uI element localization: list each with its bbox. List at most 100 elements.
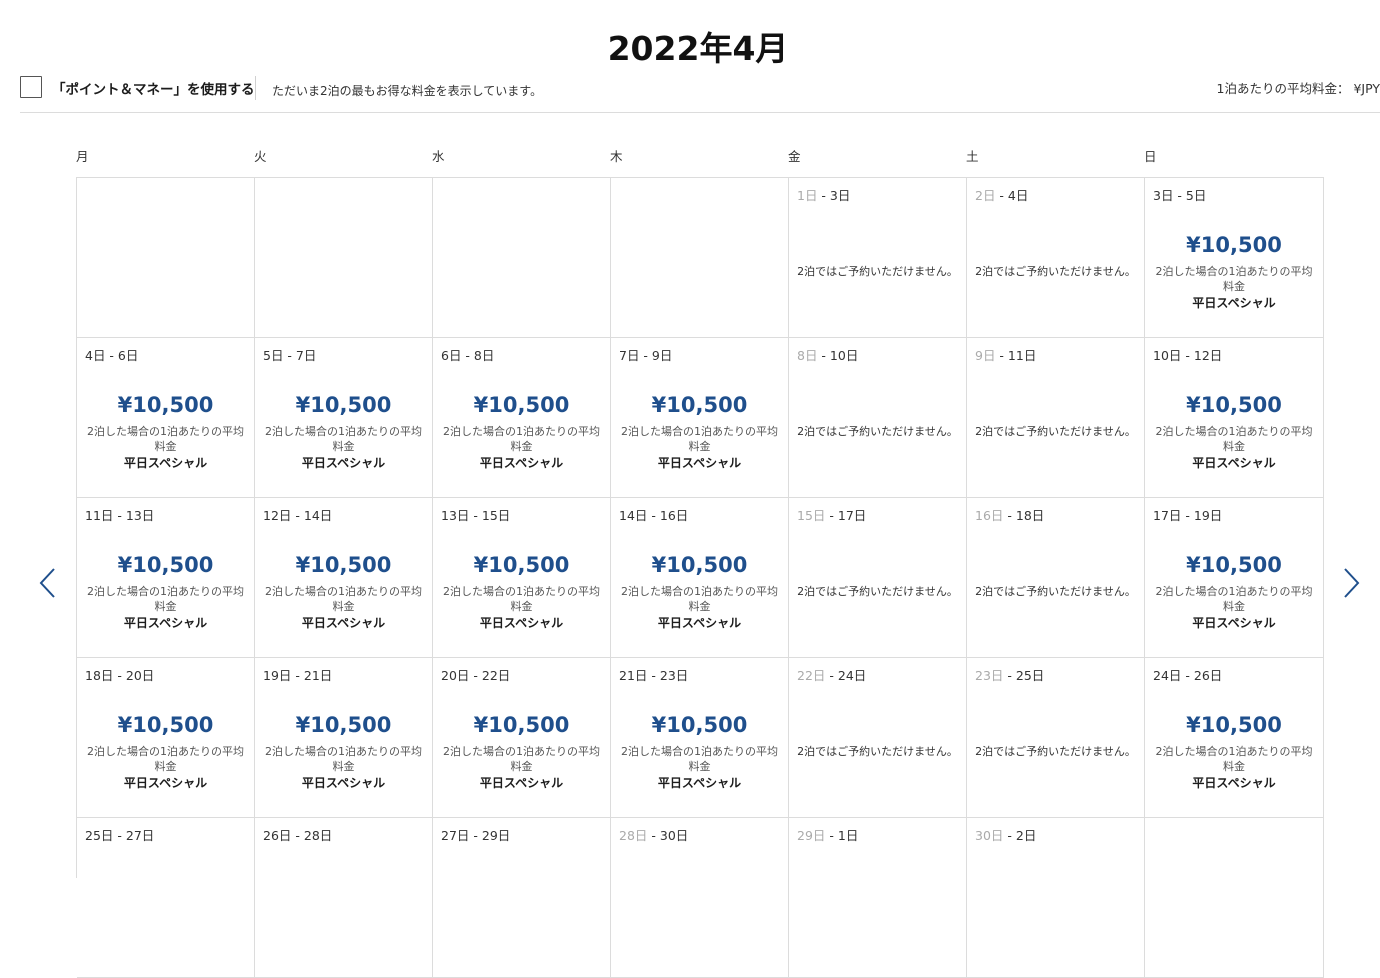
date-range: 28日 - 30日 [619, 825, 688, 844]
date-range: 2日 - 4日 [975, 185, 1028, 204]
calendar-cell-empty [77, 178, 255, 338]
points-money-checkbox[interactable] [20, 76, 42, 98]
nightly-price[interactable]: ¥10,500 [1145, 713, 1323, 737]
info-text: ただいま2泊の最もお得な料金を表示しています。 [272, 84, 543, 98]
calendar-cell[interactable]: 5日 - 7日 ¥10,500 2泊した場合の1泊あたりの平均料金 平日スペシャル [255, 338, 433, 498]
special-rate-label: 平日スペシャル [1192, 456, 1276, 470]
nightly-price[interactable]: ¥10,500 [1145, 553, 1323, 577]
price-note: 2泊した場合の1泊あたりの平均料金 [621, 425, 778, 453]
date-range: 8日 - 10日 [797, 345, 858, 364]
date-range: 23日 - 25日 [975, 665, 1044, 684]
checkout-date: - 2日 [1003, 828, 1037, 843]
calendar-cell[interactable]: 19日 - 21日 ¥10,500 2泊した場合の1泊あたりの平均料金 平日スペシャル [255, 658, 433, 818]
calendar-cell[interactable]: 17日 - 19日 ¥10,500 2泊した場合の1泊あたりの平均料金 平日スペシャル [1145, 498, 1324, 658]
nightly-price[interactable]: ¥10,500 [433, 393, 610, 417]
date-range: 5日 - 7日 [263, 345, 316, 364]
points-money-label[interactable]: 「ポイント＆マネー」を使用する [52, 78, 255, 98]
checkout-date: - 9日 [639, 348, 673, 363]
date-range: 14日 - 16日 [619, 505, 688, 524]
calendar-cell[interactable]: 7日 - 9日 ¥10,500 2泊した場合の1泊あたりの平均料金 平日スペシャル [611, 338, 789, 498]
checkout-date: - 18日 [1003, 508, 1045, 523]
calendar-cell[interactable]: 3日 - 5日 ¥10,500 2泊した場合の1泊あたりの平均料金 平日スペシャル [1145, 178, 1324, 338]
date-range: 24日 - 26日 [1153, 665, 1222, 684]
calendar-cell: 16日 - 18日 2泊ではご予約いただけません。 [967, 498, 1145, 658]
date-range: 18日 - 20日 [85, 665, 154, 684]
calendar-cell: 2日 - 4日 2泊ではご予約いただけません。 [967, 178, 1145, 338]
date-range: 10日 - 12日 [1153, 345, 1222, 364]
calendar-cell: 9日 - 11日 2泊ではご予約いただけません。 [967, 338, 1145, 498]
calendar-cell: 30日 - 2日 [967, 818, 1145, 978]
nightly-price[interactable]: ¥10,500 [611, 713, 788, 737]
nightly-price[interactable]: ¥10,500 [255, 393, 432, 417]
checkin-date: 1日 [797, 188, 818, 203]
nightly-price[interactable]: ¥10,500 [255, 713, 432, 737]
unavailable-text: 2泊ではご予約いただけません。 [975, 585, 1136, 598]
prev-month-button[interactable] [36, 566, 60, 600]
nightly-price[interactable]: ¥10,500 [433, 713, 610, 737]
calendar-cell[interactable]: 4日 - 6日 ¥10,500 2泊した場合の1泊あたりの平均料金 平日スペシャル [77, 338, 255, 498]
calendar-cell-empty [433, 178, 611, 338]
checkin-date: 11日 [85, 508, 114, 523]
checkin-date: 16日 [975, 508, 1004, 523]
checkout-date: - 1日 [825, 828, 859, 843]
special-rate-label: 平日スペシャル [123, 776, 208, 790]
checkin-date: 20日 [441, 668, 470, 683]
calendar-cell[interactable]: 20日 - 22日 ¥10,500 2泊した場合の1泊あたりの平均料金 平日スペシャル [433, 658, 611, 818]
calendar-cell[interactable]: 21日 - 23日 ¥10,500 2泊した場合の1泊あたりの平均料金 平日スペシャル [611, 658, 789, 818]
unavailable-text: 2泊ではご予約いただけません。 [797, 585, 958, 598]
next-month-button[interactable] [1339, 566, 1363, 600]
date-range: 29日 - 1日 [797, 825, 858, 844]
calendar-cell-empty [611, 178, 789, 338]
checkin-date: 30日 [975, 828, 1004, 843]
calendar-cell[interactable]: 18日 - 20日 ¥10,500 2泊した場合の1泊あたりの平均料金 平日スペシャル [77, 658, 255, 818]
calendar-cell: 1日 - 3日 2泊ではご予約いただけません。 [789, 178, 967, 338]
date-range: 22日 - 24日 [797, 665, 866, 684]
calendar-cell: 8日 - 10日 2泊ではご予約いただけません。 [789, 338, 967, 498]
nightly-price[interactable]: ¥10,500 [77, 393, 254, 417]
checkin-date: 6日 [441, 348, 462, 363]
calendar-cell[interactable]: 10日 - 12日 ¥10,500 2泊した場合の1泊あたりの平均料金 平日スペシャル [1145, 338, 1324, 498]
calendar-cell[interactable]: 13日 - 15日 ¥10,500 2泊した場合の1泊あたりの平均料金 平日スペシャル [433, 498, 611, 658]
checkin-date: 3日 [1153, 188, 1174, 203]
date-range: 1日 - 3日 [797, 185, 850, 204]
calendar-cell[interactable]: 6日 - 8日 ¥10,500 2泊した場合の1泊あたりの平均料金 平日スペシャル [433, 338, 611, 498]
checkout-date: - 6日 [105, 348, 139, 363]
calendar-cell[interactable]: 14日 - 16日 ¥10,500 2泊した場合の1泊あたりの平均料金 平日スペシャル [611, 498, 789, 658]
weekday-mon: 月 [76, 149, 89, 164]
checkout-date: - 23日 [647, 668, 689, 683]
calendar-cell: 26日 - 28日 [255, 818, 433, 978]
calendar-cell: 22日 - 24日 2泊ではご予約いただけません。 [789, 658, 967, 818]
checkout-date: - 11日 [995, 348, 1037, 363]
special-rate-label: 平日スペシャル [123, 456, 208, 470]
checkout-date: - 26日 [1181, 668, 1223, 683]
calendar-cell[interactable]: 24日 - 26日 ¥10,500 2泊した場合の1泊あたりの平均料金 平日スペシャル [1145, 658, 1324, 818]
nightly-price[interactable]: ¥10,500 [611, 553, 788, 577]
nightly-price[interactable]: ¥10,500 [1145, 233, 1323, 257]
date-range: 16日 - 18日 [975, 505, 1044, 524]
checkin-date: 25日 [85, 828, 114, 843]
nightly-price[interactable]: ¥10,500 [77, 553, 254, 577]
checkin-date: 7日 [619, 348, 640, 363]
price-note: 2泊した場合の1泊あたりの平均料金 [443, 425, 600, 453]
checkin-date: 4日 [85, 348, 106, 363]
nightly-price[interactable]: ¥10,500 [1145, 393, 1323, 417]
checkin-date: 24日 [1153, 668, 1182, 683]
checkout-date: - 17日 [825, 508, 867, 523]
nightly-price[interactable]: ¥10,500 [611, 393, 788, 417]
calendar-cell[interactable]: 11日 - 13日 ¥10,500 2泊した場合の1泊あたりの平均料金 平日スペシャル [77, 498, 255, 658]
price-note: 2泊した場合の1泊あたりの平均料金 [621, 745, 778, 773]
price-note: 2泊した場合の1泊あたりの平均料金 [87, 585, 244, 613]
calendar-cell[interactable]: 12日 - 14日 ¥10,500 2泊した場合の1泊あたりの平均料金 平日スペシャル [255, 498, 433, 658]
weekday-sat: 土 [966, 149, 979, 164]
calendar-cell-empty [255, 178, 433, 338]
checkout-date: - 25日 [1003, 668, 1045, 683]
price-note: 2泊した場合の1泊あたりの平均料金 [443, 745, 600, 773]
nightly-price[interactable]: ¥10,500 [77, 713, 254, 737]
checkout-date: - 10日 [817, 348, 859, 363]
date-range: 26日 - 28日 [263, 825, 332, 844]
nightly-price[interactable]: ¥10,500 [433, 553, 610, 577]
unavailable-text: 2泊ではご予約いただけません。 [797, 425, 958, 438]
checkout-date: - 13日 [113, 508, 155, 523]
nightly-price[interactable]: ¥10,500 [255, 553, 432, 577]
calendar-cell: 23日 - 25日 2泊ではご予約いただけません。 [967, 658, 1145, 818]
